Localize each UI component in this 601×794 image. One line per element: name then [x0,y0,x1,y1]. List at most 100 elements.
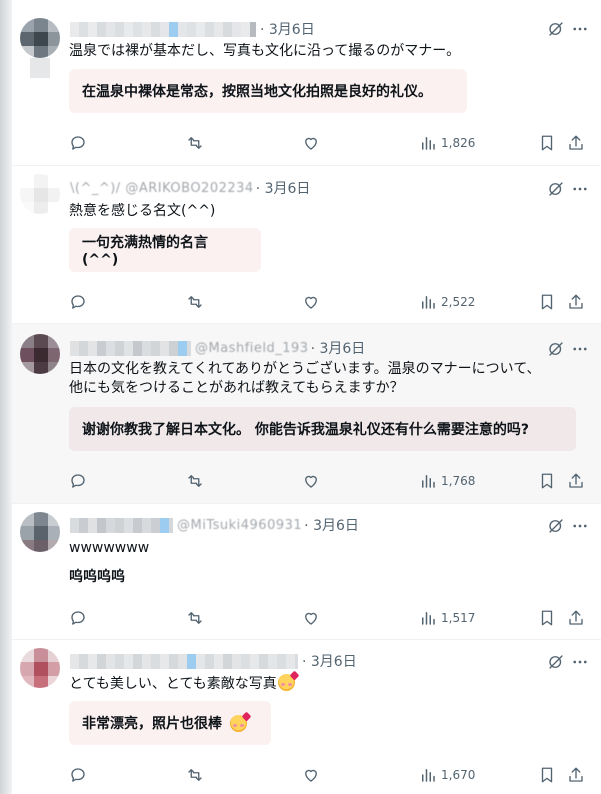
bookmark-button[interactable] [538,471,556,491]
grok-icon[interactable] [547,180,565,198]
views-button[interactable]: 2,522 [419,292,475,312]
bookmark-button[interactable] [538,292,556,312]
share-icon [567,134,585,152]
post-date[interactable]: · 3月6日 [256,178,311,198]
reply-button[interactable] [69,471,87,491]
avatar[interactable] [20,512,60,552]
views-button[interactable]: 1,826 [419,133,475,153]
translation-box: 在温泉中裸体是常态，按照当地文化拍照是良好的礼仪。 [69,69,467,113]
views-icon [419,293,437,311]
smiling-face-with-hearts-icon [277,674,295,691]
share-button[interactable] [567,292,585,312]
display-name[interactable] [70,21,256,37]
avatar-shadow [30,58,50,78]
like-icon [302,472,320,490]
post-text: とても美しい、とても素敵な写真 [69,674,584,694]
post-text: 日本の文化を教えてくれてありがとうございます。温泉のマナーについて、 他にも気を… [69,360,584,398]
grok-icon[interactable] [547,20,565,38]
like-button[interactable] [302,471,320,491]
share-button[interactable] [567,133,585,153]
views-count: 1,517 [441,611,476,625]
like-button[interactable] [302,133,320,153]
avatar[interactable] [20,648,60,688]
views-count: 1,826 [441,136,476,150]
views-button[interactable]: 1,670 [419,765,475,785]
repost-icon [186,766,204,784]
grok-icon[interactable] [547,517,565,535]
post-date[interactable]: · 3月6日 [311,338,366,358]
avatar[interactable] [20,174,60,214]
reply-button[interactable] [69,292,87,312]
display-name[interactable] [70,653,298,669]
translation-box: 谢谢你教我了解日本文化。 你能告诉我温泉礼仪还有什么需要注意的吗? [69,407,576,451]
translation-box: 非常漂亮，照片也很棒 [69,701,271,745]
more-icon[interactable] [571,653,589,671]
more-icon[interactable] [571,180,589,198]
views-button[interactable]: 1,517 [419,608,475,628]
action-bar: 2,522 [69,292,589,312]
reply-post[interactable]: · 3月6日 温泉では裸が基本だし、写真も文化に沿って撮るのがマナー。 在温泉中… [12,0,601,166]
views-icon [419,609,437,627]
user-handle[interactable]: @Mashfield_193 [195,341,309,356]
share-button[interactable] [567,765,585,785]
reply-icon [69,609,87,627]
views-button[interactable]: 1,768 [419,471,475,491]
grok-icon[interactable] [547,653,565,671]
reply-button[interactable] [69,608,87,628]
reply-post[interactable]: \(^_^)/ @ARIKOBO202234 · 3月6日 熱意を感じる名文(^… [12,166,601,324]
like-icon [302,609,320,627]
share-button[interactable] [567,608,585,628]
bookmark-icon [538,609,556,627]
share-button[interactable] [567,471,585,491]
share-icon [567,766,585,784]
bookmark-icon [538,134,556,152]
post-text: 温泉では裸が基本だし、写真も文化に沿って撮るのがマナー。 [69,43,461,59]
repost-button[interactable] [186,471,204,491]
repost-button[interactable] [186,133,204,153]
reply-button[interactable] [69,765,87,785]
more-icon[interactable] [571,20,589,38]
reply-icon [69,134,87,152]
repost-button[interactable] [186,608,204,628]
bookmark-icon [538,472,556,490]
like-button[interactable] [302,292,320,312]
user-handle[interactable]: \(^_^)/ @ARIKOBO202234 [70,181,254,196]
post-text-content: とても美しい、とても素敵な写真 [69,676,277,692]
like-icon [302,293,320,311]
repost-button[interactable] [186,765,204,785]
action-bar: 1,768 [69,471,589,491]
left-sidebar-edge [0,0,12,794]
smiling-face-with-hearts-icon [230,714,247,732]
share-icon [567,472,585,490]
bookmark-button[interactable] [538,608,556,628]
more-icon[interactable] [571,517,589,535]
bookmark-button[interactable] [538,133,556,153]
post-date[interactable]: · 3月6日 [260,19,315,39]
views-icon [419,134,437,152]
display-name[interactable] [70,517,173,533]
grok-icon[interactable] [547,340,565,358]
reply-icon [69,293,87,311]
post-date[interactable]: · 3月6日 [304,515,359,535]
avatar[interactable] [20,18,60,58]
repost-icon [186,609,204,627]
display-name[interactable] [70,340,191,356]
reply-post[interactable]: @Mashfield_193 · 3月6日 日本の文化を教えてくれてありがとうご… [12,324,601,504]
like-icon [302,766,320,784]
more-icon[interactable] [571,340,589,358]
reply-post[interactable]: @MiTsuki4960931 · 3月6日 wwwwwww 呜呜呜呜 1,51… [12,504,601,640]
reply-icon [69,472,87,490]
reply-button[interactable] [69,133,87,153]
post-text-line: 他にも気をつけることがあれば教えてもらえますか？ [69,380,404,396]
post-date[interactable]: · 3月6日 [302,651,357,671]
post-text-line: 日本の文化を教えてくれてありがとうございます。温泉のマナーについて、 [69,361,541,377]
repost-button[interactable] [186,292,204,312]
views-count: 1,768 [441,474,476,488]
like-button[interactable] [302,608,320,628]
reply-post[interactable]: · 3月6日 とても美しい、とても素敵な写真 非常漂亮，照片也很棒 1,670 [12,640,601,794]
bookmark-icon [538,293,556,311]
user-handle[interactable]: @MiTsuki4960931 [177,518,302,533]
avatar[interactable] [20,334,60,374]
bookmark-button[interactable] [538,765,556,785]
like-button[interactable] [302,765,320,785]
